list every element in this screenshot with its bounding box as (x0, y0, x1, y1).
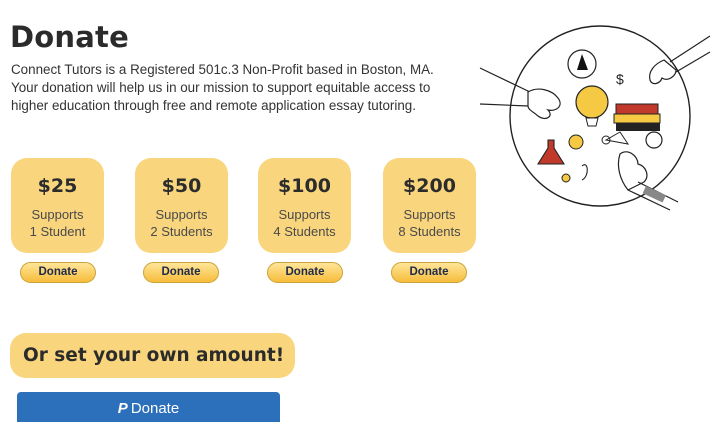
tier-students: 2 Students (150, 224, 213, 239)
tier-students: 4 Students (273, 224, 336, 239)
page-description: Connect Tutors is a Registered 501c.3 No… (11, 62, 434, 113)
page-title: Donate (10, 20, 129, 54)
dollar-icon: $ (616, 71, 624, 87)
donate-button-200[interactable]: Donate (391, 262, 467, 283)
tier-students: 8 Students (398, 224, 461, 239)
tier-card-100: $100 Supports 4 Students (258, 158, 351, 253)
tier-amount: $100 (278, 175, 331, 197)
hands-exchanging-objects-illustration: $ (479, 25, 711, 211)
tier-amount: $50 (161, 175, 202, 197)
tier-amount: $25 (37, 175, 78, 197)
tier-card-200: $200 Supports 8 Students (383, 158, 476, 253)
tier-supports: Supports (278, 207, 331, 222)
donate-button-100[interactable]: Donate (267, 262, 343, 283)
tier-supports: Supports (155, 207, 208, 222)
paypal-donate-button[interactable]: P Donate (17, 392, 280, 422)
tier-students: 1 Student (29, 224, 86, 239)
paypal-icon: P (117, 400, 128, 417)
tier-card-25: $25 Supports 1 Student (11, 158, 104, 253)
tier-amount: $200 (403, 175, 456, 197)
donate-button-25[interactable]: Donate (20, 262, 96, 283)
tier-card-50: $50 Supports 2 Students (135, 158, 228, 253)
tier-supports: Supports (403, 207, 456, 222)
paypal-donate-label: Donate (130, 400, 180, 417)
tier-supports: Supports (31, 207, 84, 222)
donate-button-50[interactable]: Donate (143, 262, 219, 283)
custom-amount-heading: Or set your own amount! (10, 333, 295, 378)
